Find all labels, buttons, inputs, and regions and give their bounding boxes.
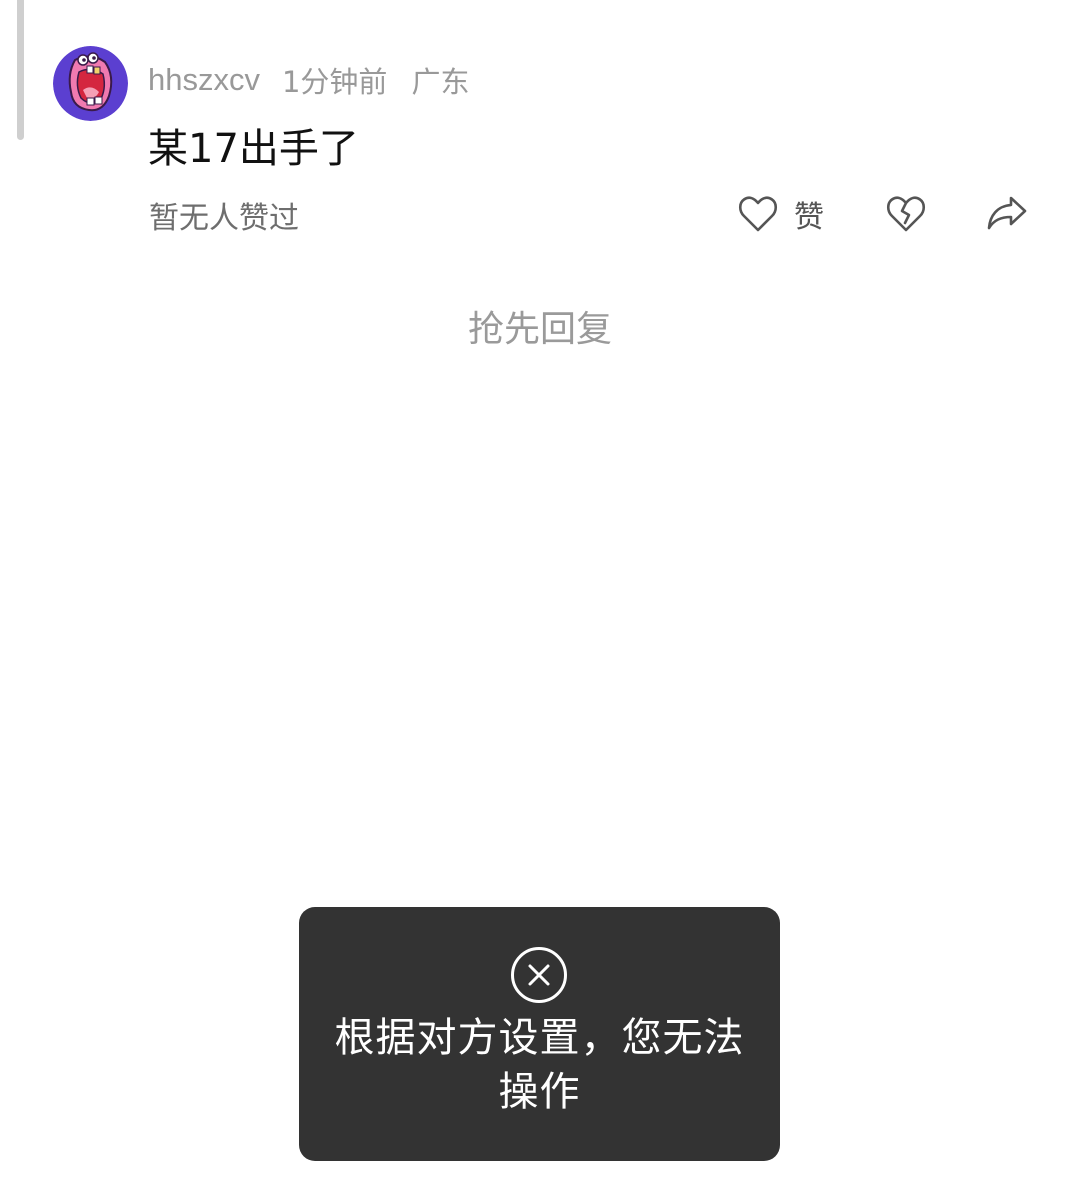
toast-dialog: 根据对方设置，您无法操作 bbox=[299, 907, 780, 1161]
like-label: 赞 bbox=[794, 200, 824, 235]
share-button[interactable] bbox=[984, 190, 1030, 236]
like-button[interactable]: 赞 bbox=[738, 188, 824, 240]
comment-text: 某17出手了 bbox=[148, 126, 359, 172]
share-icon bbox=[987, 196, 1027, 230]
toast-message: 根据对方设置，您无法操作 bbox=[334, 1015, 745, 1115]
likes-status: 暂无人赞过 bbox=[149, 201, 299, 236]
avatar-image bbox=[53, 46, 128, 121]
comment-time: 1分钟前 bbox=[281, 65, 388, 99]
comment-meta: hhszxcv 1分钟前 广东 bbox=[148, 58, 469, 102]
comment-location: 广东 bbox=[411, 65, 470, 99]
avatar[interactable] bbox=[53, 46, 128, 121]
scroll-indicator bbox=[17, 0, 24, 140]
broken-heart-icon bbox=[886, 196, 926, 232]
dislike-button[interactable] bbox=[884, 190, 928, 236]
username[interactable]: hhszxcv bbox=[148, 62, 260, 98]
heart-icon bbox=[738, 196, 778, 232]
reply-prompt[interactable]: 抢先回复 bbox=[0, 300, 1080, 352]
close-circle-icon bbox=[511, 947, 567, 1003]
